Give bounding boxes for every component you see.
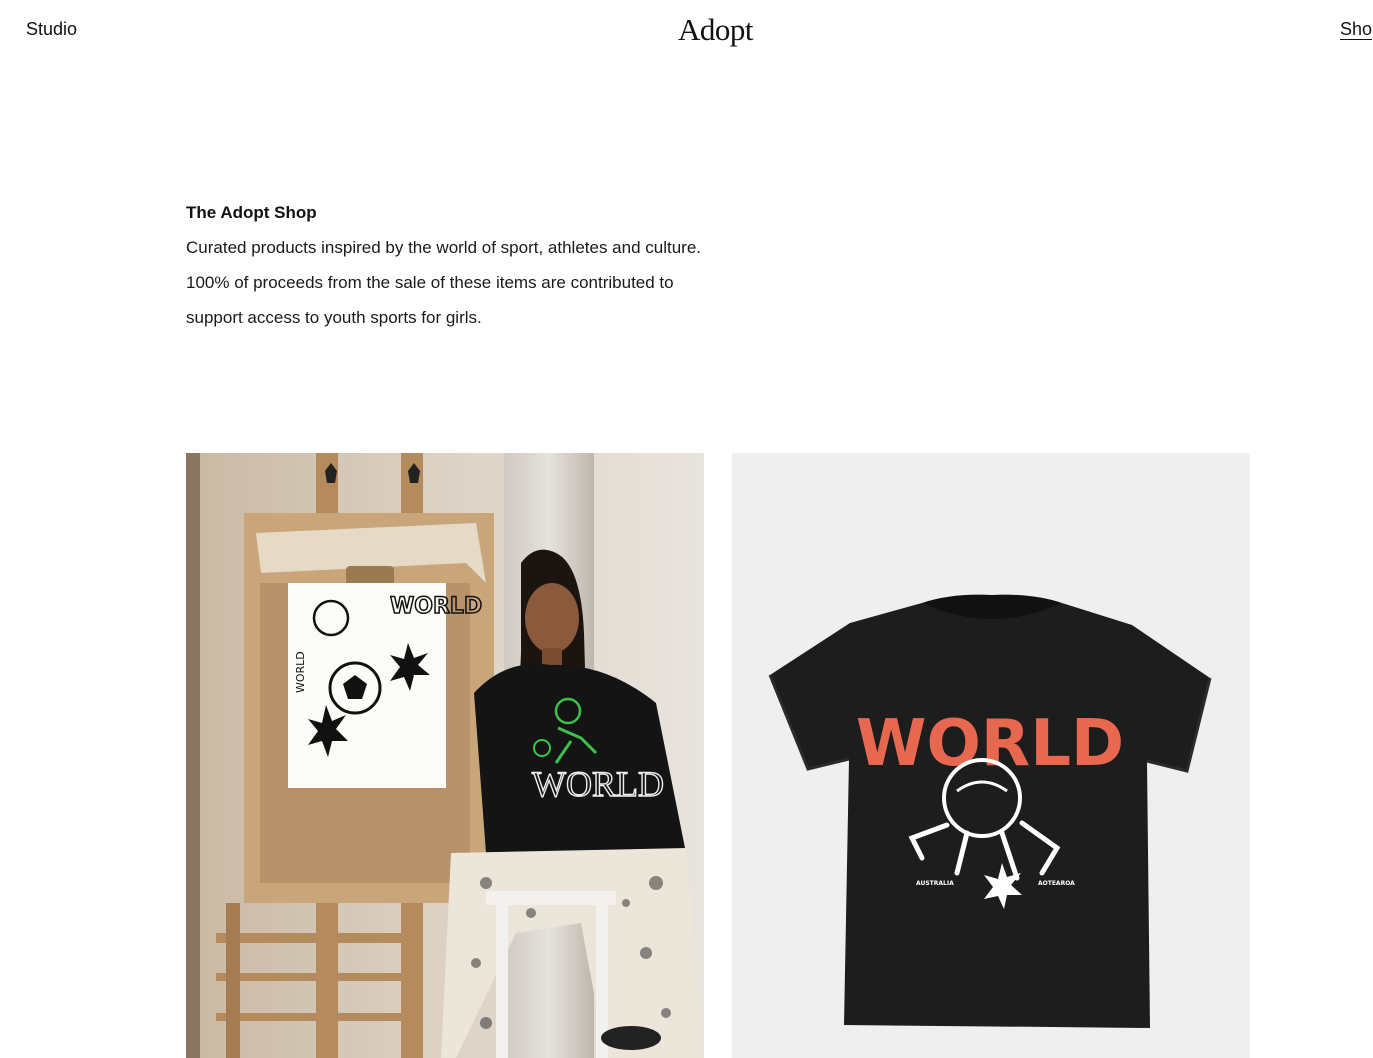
- shop-description: Curated products inspired by the world o…: [186, 238, 702, 327]
- tshirt-world-text: WORLD: [856, 707, 1124, 781]
- hoodie-world-text: WORLD: [532, 764, 664, 804]
- logo[interactable]: Adopt: [678, 12, 754, 48]
- svg-text:WORLD: WORLD: [294, 651, 307, 693]
- product-image-tshirt[interactable]: WORLD AUSTRALIA AOTEAROA: [732, 453, 1250, 1058]
- nav-studio-link[interactable]: Studio: [26, 19, 77, 40]
- lifestyle-photo-illustration: WORLD WORLD WORLD: [186, 453, 704, 1058]
- tshirt-australia-text: AUSTRALIA: [916, 880, 954, 887]
- nav-shop-link[interactable]: Sho: [1340, 19, 1373, 40]
- shop-intro: The Adopt Shop Curated products inspired…: [186, 200, 706, 335]
- product-image-lifestyle[interactable]: WORLD WORLD WORLD: [186, 453, 704, 1058]
- tshirt-illustration: WORLD AUSTRALIA AOTEAROA: [732, 453, 1250, 1058]
- tshirt-aotearoa-text: AOTEAROA: [1038, 880, 1075, 887]
- poster-world-text: WORLD: [390, 594, 482, 619]
- shop-title: The Adopt Shop: [186, 203, 317, 222]
